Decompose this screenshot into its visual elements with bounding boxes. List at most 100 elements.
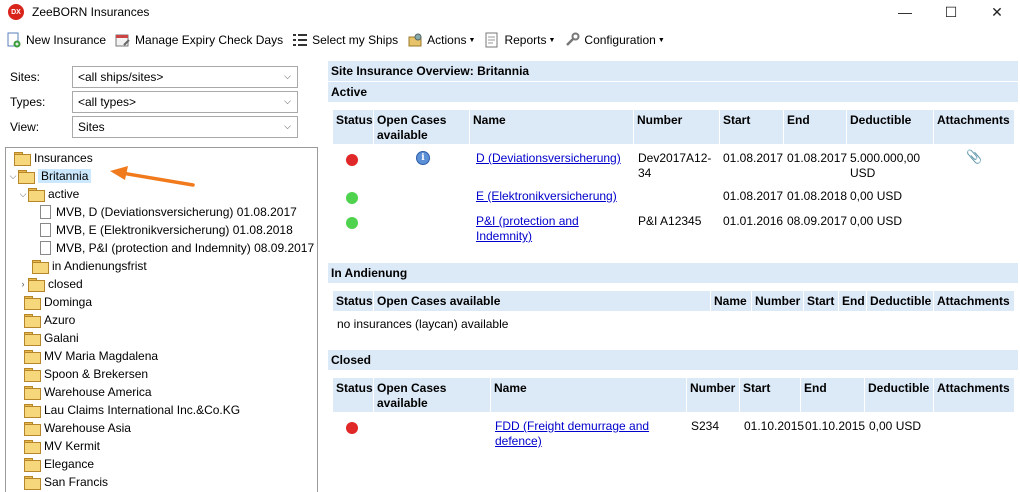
types-filter-row: Types: <all types> ⌵: [10, 91, 298, 113]
sites-filter-row: Sites: <all ships/sites> ⌵: [10, 66, 298, 88]
col-name: Name: [711, 291, 751, 311]
tree-node-site[interactable]: San Francis: [24, 473, 108, 491]
deductible-value: 0,00 USD: [850, 214, 903, 228]
new-document-icon: [6, 32, 22, 48]
col-number: Number: [687, 378, 739, 412]
tree-node-label: active: [48, 187, 80, 201]
tree-node-label: Elegance: [44, 457, 95, 471]
col-deductible: Deductible: [865, 378, 933, 412]
tree-node-doc[interactable]: MVB, P&I (protection and Indemnity) 08.0…: [40, 239, 314, 257]
tree-node-active[interactable]: ⌵ active: [18, 185, 79, 203]
folder-icon: [24, 385, 41, 400]
insurance-link[interactable]: FDD (Freight demurrage and defence): [495, 419, 649, 449]
view-label: View:: [10, 120, 40, 134]
info-icon[interactable]: i: [416, 151, 430, 165]
select-ships-label: Select my Ships: [312, 33, 399, 47]
chevron-down-icon[interactable]: ⌵: [18, 189, 28, 200]
end-date: 01.08.2018: [787, 189, 848, 203]
tree-node-doc[interactable]: MVB, D (Deviationsversicherung) 01.08.20…: [40, 203, 297, 221]
wrench-icon: [564, 32, 580, 48]
link-line[interactable]: P&I (protection and: [476, 214, 579, 228]
tree-node-doc[interactable]: MVB, E (Elektronikversicherung) 01.08.20…: [40, 221, 293, 239]
tree-node-label: Azuro: [44, 313, 76, 327]
col-start: Start: [804, 291, 838, 311]
tree-node-site[interactable]: Warehouse America: [24, 383, 152, 401]
tree-node-label: Spoon & Brekersen: [44, 367, 149, 381]
tree-node-insurances[interactable]: Insurances: [14, 149, 93, 167]
link-line[interactable]: Indemnity): [476, 229, 532, 243]
tree-node-site[interactable]: Dominga: [24, 293, 92, 311]
col-open-cases-label-2: available: [377, 396, 428, 410]
tree-node-site[interactable]: Spoon & Brekersen: [24, 365, 148, 383]
deductible-value: 0,00 USD: [869, 419, 922, 433]
tree-node-site[interactable]: MV Kermit: [24, 437, 100, 455]
col-end: End: [801, 378, 864, 412]
tree-node-site[interactable]: Lau Claims International Inc.&Co.KG: [24, 401, 240, 419]
folder-open-icon: [14, 151, 31, 166]
configuration-label: Configuration: [584, 33, 656, 47]
title-bar: DX ZeeBORN Insurances — ☐ ✕: [0, 0, 1020, 24]
tree-node-site[interactable]: MV Maria Magdalena: [24, 347, 158, 365]
report-icon: [484, 32, 500, 48]
insurance-overview: Site Insurance Overview: Britannia Activ…: [328, 58, 1020, 492]
col-open-cases-label-2: available: [377, 128, 428, 142]
paperclip-icon[interactable]: 📎: [966, 149, 982, 165]
select-ships-button[interactable]: Select my Ships: [292, 32, 398, 48]
insurance-link[interactable]: P&I (protection and Indemnity): [476, 214, 579, 244]
col-start: Start: [740, 378, 800, 412]
chevron-down-icon: ⌵: [284, 121, 291, 131]
reports-menu[interactable]: Reports ▼: [484, 32, 555, 48]
closed-section-title: Closed: [328, 350, 1018, 370]
tree-node-site[interactable]: Warehouse Asia: [24, 419, 131, 437]
tree-node-site[interactable]: Azuro: [24, 311, 75, 329]
types-label: Types:: [10, 95, 46, 109]
start-date: 01.10.2015: [744, 419, 805, 433]
link-line[interactable]: FDD (Freight demurrage and: [495, 419, 649, 433]
folder-icon: [24, 295, 41, 310]
configuration-menu[interactable]: Configuration ▼: [564, 32, 665, 48]
tree-node-label: Warehouse Asia: [44, 421, 131, 435]
insurance-link[interactable]: D (Deviationsversicherung): [476, 151, 621, 166]
link-line[interactable]: defence): [495, 434, 542, 448]
maximize-button[interactable]: ☐: [928, 0, 974, 24]
view-select[interactable]: Sites ⌵: [72, 116, 298, 138]
col-open-cases: Open Cases available: [374, 291, 710, 311]
new-insurance-button[interactable]: New Insurance: [6, 32, 106, 48]
chevron-down-icon: ⌵: [284, 96, 291, 106]
actions-menu[interactable]: Actions ▼: [407, 32, 475, 48]
tree-node-label: closed: [48, 277, 83, 291]
tree-node-label: MVB, P&I (protection and Indemnity) 08.0…: [56, 241, 315, 255]
tree-node-label: San Francis: [44, 475, 109, 489]
tree-node-britannia[interactable]: ⌵ Britannia: [8, 167, 92, 185]
close-button[interactable]: ✕: [974, 0, 1020, 24]
tree-node-closed[interactable]: › closed: [18, 275, 83, 293]
col-open-cases: Open Cases available: [374, 378, 490, 412]
tree-node-label: Galani: [44, 331, 79, 345]
status-red-icon: [346, 422, 358, 434]
chevron-right-icon[interactable]: ›: [18, 279, 28, 289]
manage-expiry-label: Manage Expiry Check Days: [135, 33, 284, 47]
view-filter-row: View: Sites ⌵: [10, 116, 298, 138]
sites-select[interactable]: <all ships/sites> ⌵: [72, 66, 298, 88]
types-select[interactable]: <all types> ⌵: [72, 91, 298, 113]
sites-select-value: <all ships/sites>: [78, 70, 164, 84]
tree-node-site[interactable]: Galani: [24, 329, 79, 347]
tree-node-label: MVB, D (Deviationsversicherung) 01.08.20…: [56, 205, 297, 219]
manage-expiry-button[interactable]: Manage Expiry Check Days: [115, 32, 283, 48]
tree-node-site[interactable]: Elegance: [24, 455, 94, 473]
insurance-link[interactable]: E (Elektronikversicherung): [476, 189, 617, 204]
tree-node-in-andienungsfrist[interactable]: in Andienungsfrist: [32, 257, 147, 275]
chevron-down-icon[interactable]: ⌵: [8, 171, 18, 182]
folder-icon: [24, 367, 41, 382]
minimize-button[interactable]: —: [882, 0, 928, 24]
status-red-icon: [346, 154, 358, 166]
overview-title: Site Insurance Overview: Britannia: [328, 61, 1018, 81]
deductible-line: 5.000.000,00: [850, 151, 921, 165]
calendar-wrench-icon: [115, 32, 131, 48]
window-title: ZeeBORN Insurances: [32, 5, 150, 19]
tree-node-label: Lau Claims International Inc.&Co.KG: [44, 403, 241, 417]
folder-icon: [24, 331, 41, 346]
number-line: Dev2017A12-: [638, 151, 712, 165]
col-name: Name: [470, 110, 633, 144]
chevron-down-icon: ▼: [468, 36, 476, 44]
